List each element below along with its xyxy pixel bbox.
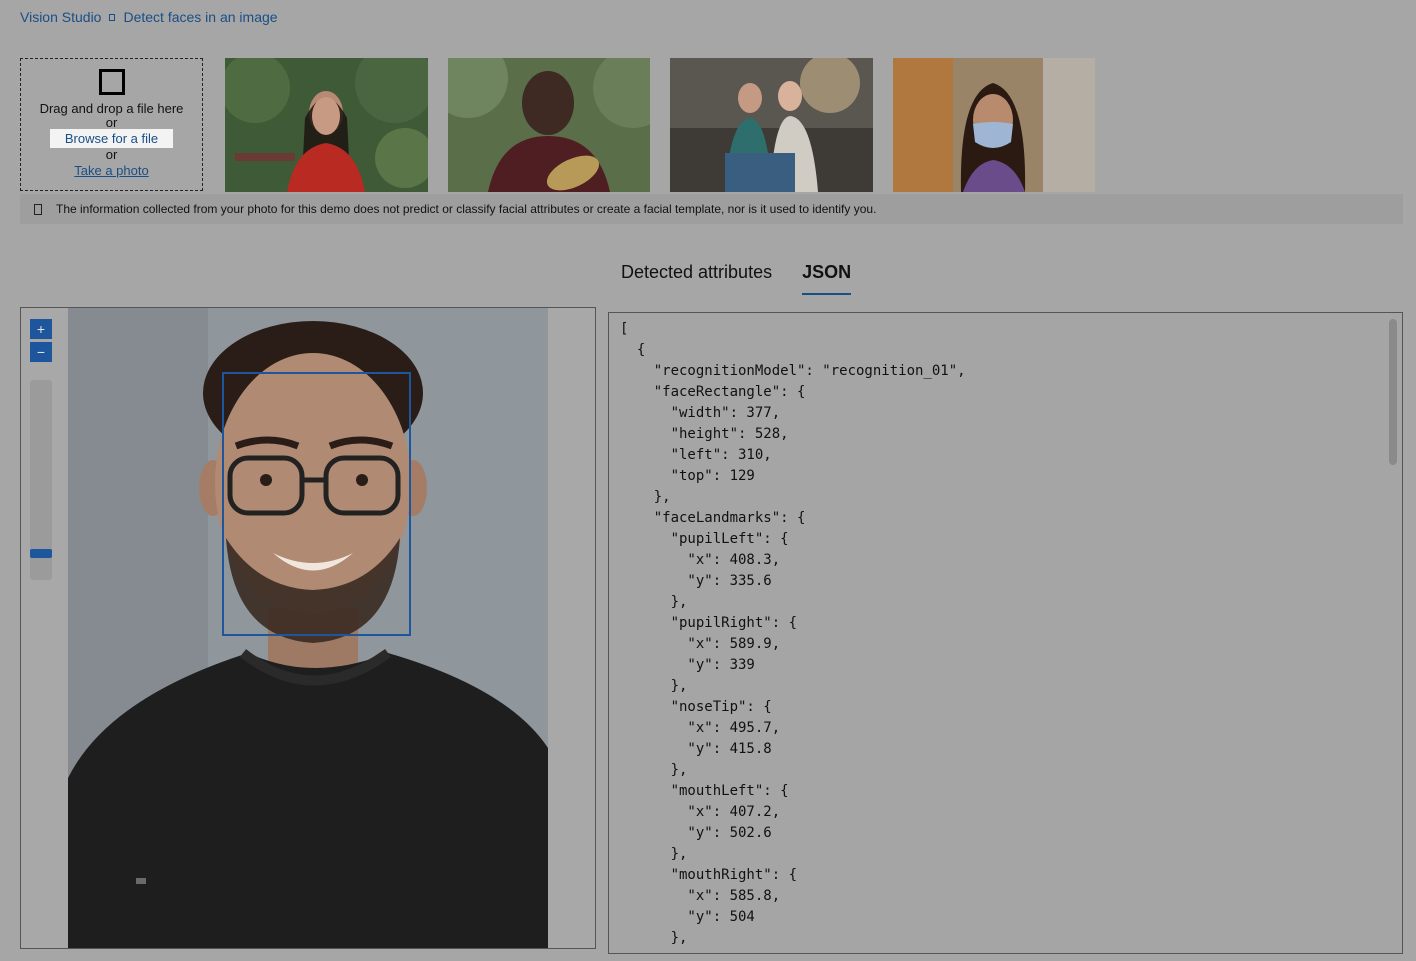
json-scrollbar[interactable] (1388, 315, 1400, 951)
sample-photo-two-women (670, 58, 873, 192)
analyzed-photo (68, 308, 548, 948)
take-photo-link[interactable]: Take a photo (21, 163, 202, 178)
breadcrumb-separator-icon (109, 13, 116, 21)
face-bounding-box (222, 372, 411, 636)
breadcrumb: Vision Studio Detect faces in an image (20, 9, 278, 25)
zoom-slider-thumb[interactable] (30, 549, 52, 558)
sample-photo-woman-mask (893, 58, 1095, 192)
tab-detected-attributes[interactable]: Detected attributes (621, 262, 772, 295)
file-dropzone[interactable]: Drag and drop a file here or Browse for … (20, 58, 203, 191)
breadcrumb-current-link[interactable]: Detect faces in an image (123, 9, 277, 25)
browse-file-button[interactable]: Browse for a file (49, 129, 174, 148)
sample-image-4[interactable] (893, 58, 1096, 192)
upload-icon (98, 69, 125, 95)
sample-image-3[interactable] (670, 58, 873, 192)
drag-drop-text: Drag and drop a file here (39, 101, 184, 116)
privacy-info-bar: The information collected from your phot… (20, 194, 1403, 224)
sample-image-2[interactable] (448, 58, 651, 192)
image-viewer: + − (20, 307, 596, 949)
tab-json[interactable]: JSON (802, 262, 852, 295)
zoom-in-button[interactable]: + (30, 319, 52, 339)
json-output-panel[interactable]: [ { "recognitionModel": "recognition_01"… (608, 312, 1403, 954)
or-text: or (105, 147, 118, 162)
sample-photo-woman-red (225, 58, 428, 192)
breadcrumb-root-link[interactable]: Vision Studio (20, 9, 101, 25)
result-tabs: Detected attributes JSON (621, 262, 852, 295)
or-text: or (105, 115, 118, 130)
zoom-out-button[interactable]: − (30, 342, 52, 362)
info-icon (34, 203, 42, 215)
sample-photo-man-smiling (448, 58, 650, 192)
privacy-info-text: The information collected from your phot… (56, 202, 877, 216)
json-scrollbar-thumb[interactable] (1389, 319, 1397, 465)
json-output-text: [ { "recognitionModel": "recognition_01"… (620, 321, 966, 946)
zoom-slider[interactable] (30, 380, 52, 580)
sample-image-1[interactable] (225, 58, 428, 192)
